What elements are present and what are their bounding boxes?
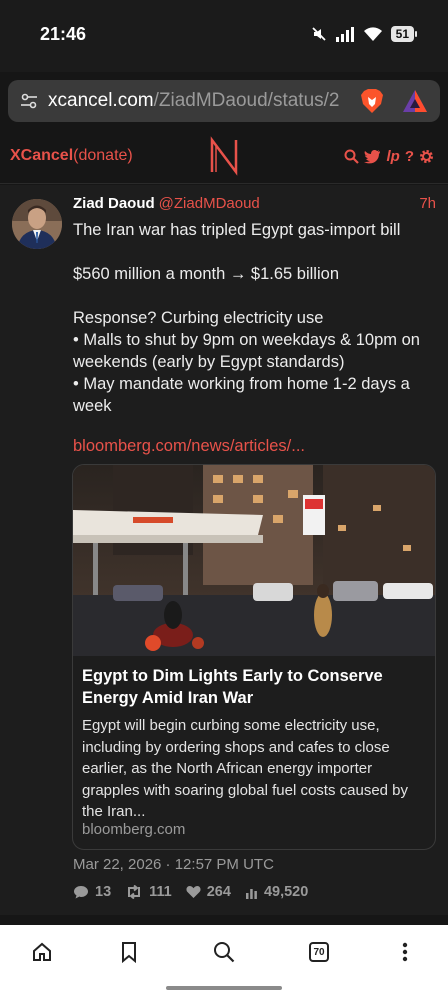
reply-stat[interactable]: 13 (73, 884, 111, 900)
tweet-date[interactable]: Mar 22, 2026 · 12:57 PM UTC (73, 856, 274, 873)
home-indicator[interactable] (166, 986, 282, 990)
help-icon[interactable]: ? (405, 148, 414, 165)
reply-count: 13 (95, 884, 112, 900)
brave-lion-icon[interactable] (360, 88, 384, 114)
url-host: xcancel.com (48, 90, 154, 111)
status-time: 21:46 (40, 24, 87, 44)
card-domain: bloomberg.com (82, 821, 186, 838)
tweet-line: • May mandate working from home 1-2 days… (73, 375, 410, 415)
header-icons: lp ? (344, 148, 434, 165)
brand-name: XCancel (10, 147, 74, 164)
url-text[interactable]: xcancel.com/ZiadMDaoud/status/2 (48, 90, 352, 112)
tweet-line: The Iran war has tripled Egypt gas-impor… (73, 221, 401, 239)
home-icon (33, 942, 51, 961)
like-count: 264 (206, 884, 231, 900)
more-icon (402, 942, 408, 962)
wifi-icon (363, 27, 382, 41)
retweet-icon (128, 885, 141, 899)
tweet-body: The Iran war has tripled Egypt gas-impor… (73, 219, 435, 417)
tweet-line: Response? Curbing electricity use (73, 309, 324, 327)
search-button[interactable] (209, 937, 239, 967)
url-bar[interactable]: xcancel.com/ZiadMDaoud/status/2 (8, 80, 440, 122)
url-path: /ZiadMDaoud/status/2 (153, 90, 340, 111)
like-stat[interactable]: 264 (186, 884, 231, 900)
mute-icon (312, 27, 326, 41)
article-link[interactable]: bloomberg.com/news/articles/... (73, 437, 305, 456)
link-card[interactable]: Egypt to Dim Lights Early to Conserve En… (72, 464, 436, 850)
bookmarks-button[interactable] (114, 937, 144, 967)
brand-link[interactable]: XCancel(donate) (10, 147, 133, 165)
home-button[interactable] (27, 937, 57, 967)
tweet[interactable]: Ziad Daoud @ZiadMDaoud 7h The Iran war ha… (0, 185, 448, 915)
tabs-button[interactable]: 70 (304, 937, 334, 967)
search-icon (214, 942, 235, 963)
card-image[interactable] (73, 465, 436, 656)
search-icon[interactable] (344, 149, 360, 164)
tweet-time-ago[interactable]: 7h (419, 195, 436, 212)
tabs-icon: 70 (309, 942, 329, 962)
status-icons: 51 (311, 26, 418, 42)
nitter-logo[interactable] (208, 136, 240, 176)
more-button[interactable] (390, 937, 420, 967)
views-count: 49,520 (263, 884, 309, 900)
signal-icon (335, 27, 354, 42)
tune-icon[interactable] (20, 92, 38, 110)
site-header: XCancel(donate) lp ? (0, 130, 448, 184)
tweet-author[interactable]: Ziad Daoud @ZiadMDaoud (73, 195, 260, 212)
author-name[interactable]: Ziad Daoud (73, 195, 155, 212)
tweet-line: $560 million a month → $1.65 billion (73, 265, 339, 283)
tweet-line: • Malls to shut by 9pm on weekdays & 10p… (73, 331, 420, 371)
card-description: Egypt will begin curbing some electricit… (82, 717, 409, 820)
liberapay-icon[interactable]: lp (386, 148, 399, 165)
bookmark-icon (122, 942, 136, 963)
author-handle[interactable]: @ZiadMDaoud (159, 195, 260, 212)
views-stat[interactable]: 49,520 (245, 884, 308, 900)
tweet-stats: 13 111 264 49,520 (73, 884, 308, 900)
status-bar: 21:46 51 (0, 0, 448, 72)
retweet-count: 111 (149, 884, 172, 900)
twitter-bird-icon[interactable] (364, 149, 381, 164)
retweet-stat[interactable]: 111 (125, 884, 172, 900)
settings-icon[interactable] (419, 149, 434, 164)
views-bar-icon (245, 888, 257, 899)
browser-bottom-nav: 70 (0, 925, 448, 1000)
battery-icon: 51 (390, 26, 418, 42)
donate-link[interactable]: (donate) (73, 147, 133, 164)
heart-icon (186, 886, 201, 898)
card-title[interactable]: Egypt to Dim Lights Early to Conserve En… (82, 665, 430, 709)
avatar[interactable] (12, 199, 62, 249)
reply-icon (74, 886, 88, 899)
brave-rewards-icon[interactable] (402, 88, 428, 114)
